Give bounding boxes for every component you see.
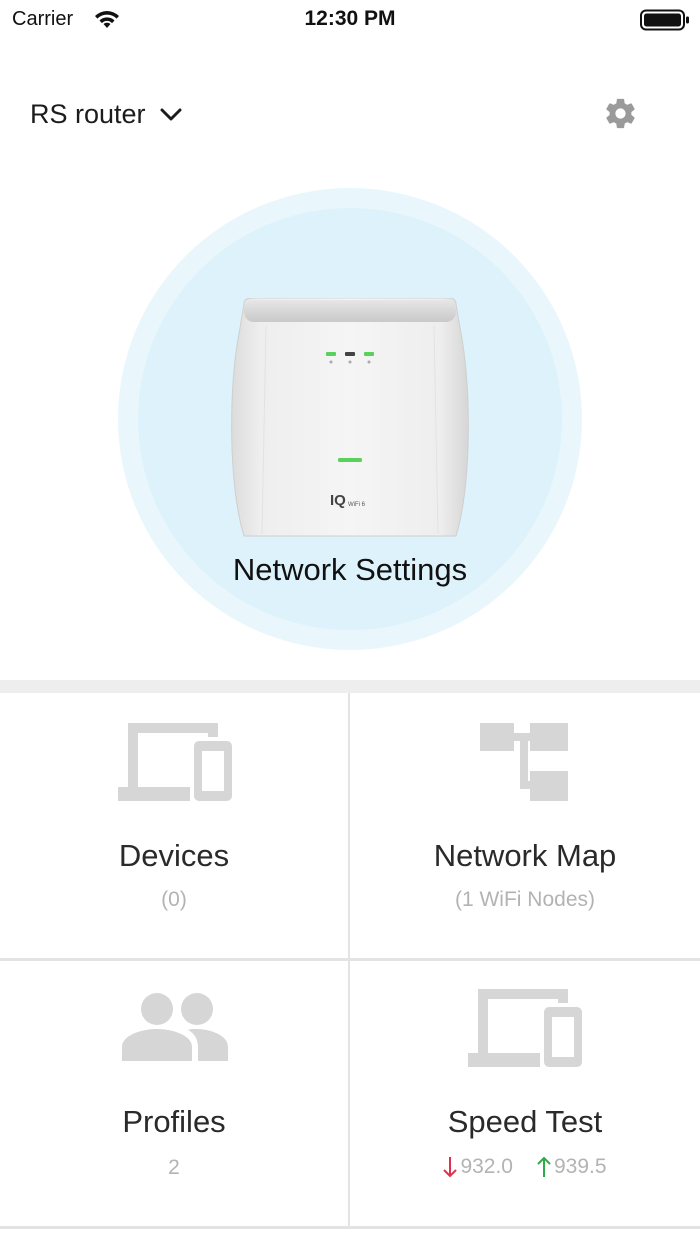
network-map-tile[interactable]: Network Map (1 WiFi Nodes) [350,693,700,958]
router-name: RS router [30,98,146,129]
speed-test-devices-icon [468,989,582,1067]
device-brand: IQ [330,492,346,509]
network-map-nodes: (1 WiFi Nodes) [454,888,596,911]
network-map-title: Network Map [433,838,617,873]
battery-icon [640,9,689,31]
arrow-down-icon [443,1157,458,1178]
clock: 12:30 PM [304,7,396,30]
chevron-down-icon [160,108,182,121]
devices-count: (0) [161,888,187,911]
devices-title: Devices [118,838,230,873]
profiles-title: Profiles [122,1104,226,1139]
device-model: WiFi 6 [348,502,366,508]
router-selector[interactable]: RS router [30,94,182,134]
gear-icon[interactable] [603,96,638,131]
grid-divider-bottom [0,1226,700,1229]
devices-icon [118,723,232,801]
download-speed: 932.0 [460,1155,513,1178]
profiles-count: 2 [168,1156,180,1179]
profiles-icon [122,993,228,1061]
network-settings-button[interactable]: IQ WiFi 6 Network Settings [118,188,582,650]
header: RS router [0,84,700,144]
speed-test-tile[interactable]: Speed Test 932.0 939.5 [350,961,700,1226]
arrow-up-icon [537,1156,551,1177]
speed-test-results: 932.0 939.5 [350,1155,700,1179]
devices-tile[interactable]: Devices (0) [0,693,348,958]
profiles-tile[interactable]: Profiles 2 [0,961,348,1226]
speed-test-title: Speed Test [447,1104,603,1139]
status-bar: Carrier 12:30 PM [0,0,700,40]
network-map-icon [480,723,568,801]
section-separator [0,680,700,693]
router-device-image: IQ WiFi 6 [231,298,469,537]
network-settings-label: Network Settings [232,552,468,587]
upload-speed: 939.5 [554,1155,607,1178]
